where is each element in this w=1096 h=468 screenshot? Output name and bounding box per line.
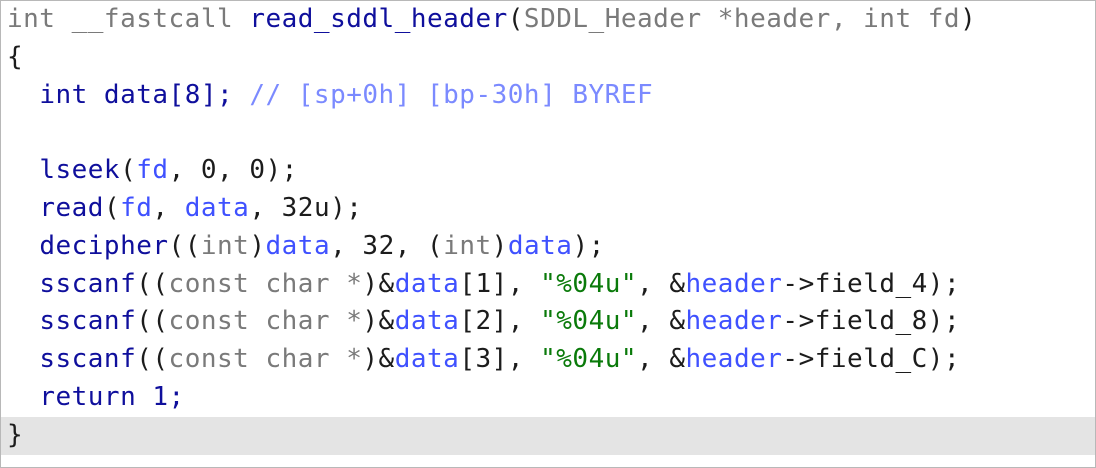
code-line-decl-data[interactable]: int data[8]; // [sp+0h] [bp-30h] BYREF	[1, 77, 1095, 115]
token-str[interactable]: "%04u"	[540, 306, 637, 336]
token-var[interactable]: fd	[136, 155, 168, 185]
token-var[interactable]: data	[395, 269, 460, 299]
token-fn[interactable]: sscanf	[39, 269, 136, 299]
token-punct[interactable]: [2],	[459, 306, 540, 336]
token-punct[interactable]: }	[7, 420, 23, 450]
token-var[interactable]: header	[686, 306, 783, 336]
code-line-sscanf-3[interactable]: sscanf((const char *)&data[3], "%04u", &…	[1, 341, 1095, 379]
token-fn[interactable]: read	[39, 193, 104, 223]
token-punct[interactable]: ((	[136, 344, 168, 374]
token-comment[interactable]: // [sp+0h] [bp-30h] BYREF	[249, 80, 653, 110]
token-punct[interactable]: )	[960, 4, 976, 34]
token-fn[interactable]: decipher	[39, 231, 168, 261]
token-punct[interactable]: )&	[362, 306, 394, 336]
token-type[interactable]: SDDL_Header *header, int fd	[524, 4, 960, 34]
token-type[interactable]: int	[201, 231, 249, 261]
token-fn[interactable]: sscanf	[39, 344, 136, 374]
token-type[interactable]: int	[443, 231, 491, 261]
token-type[interactable]: const char *	[169, 306, 363, 336]
token-punct[interactable]: [1],	[459, 269, 540, 299]
token-punct[interactable]: {	[7, 42, 23, 72]
token-var[interactable]: fd	[120, 193, 152, 223]
token-fn[interactable]: return 1;	[39, 382, 184, 412]
token-punct[interactable]: (	[104, 193, 120, 223]
token-punct[interactable]: ->field_4);	[782, 269, 960, 299]
token-punct[interactable]: );	[572, 231, 604, 261]
token-punct[interactable]: , 32, (	[330, 231, 443, 261]
code-line-lseek[interactable]: lseek(fd, 0, 0);	[1, 152, 1095, 190]
token-fn[interactable]: lseek	[39, 155, 120, 185]
token-var[interactable]: data	[265, 231, 330, 261]
token-punct[interactable]: , 32u);	[249, 193, 362, 223]
token-fn[interactable]: int data[8];	[39, 80, 249, 110]
token-var[interactable]: data	[395, 344, 460, 374]
token-punct[interactable]: ->field_C);	[782, 344, 960, 374]
pseudocode-view[interactable]: int __fastcall read_sddl_header(SDDL_Hea…	[0, 0, 1096, 468]
code-line-close-brace[interactable]: }	[1, 416, 1095, 455]
token-var[interactable]: header	[686, 269, 783, 299]
token-punct[interactable]: )	[249, 231, 265, 261]
token-type[interactable]: int __fastcall	[7, 4, 249, 34]
token-punct[interactable]: (	[120, 155, 136, 185]
token-var[interactable]: data	[395, 306, 460, 336]
token-punct[interactable]: ((	[136, 306, 168, 336]
code-listing[interactable]: int __fastcall read_sddl_header(SDDL_Hea…	[1, 1, 1095, 455]
token-func[interactable]: read_sddl_header	[249, 4, 507, 34]
token-punct[interactable]: , &	[637, 269, 685, 299]
token-punct[interactable]: ((	[136, 269, 168, 299]
token-punct[interactable]: ((	[169, 231, 201, 261]
token-str[interactable]: "%04u"	[540, 344, 637, 374]
code-line-open-brace[interactable]: {	[1, 39, 1095, 77]
code-line-signature[interactable]: int __fastcall read_sddl_header(SDDL_Hea…	[1, 1, 1095, 39]
code-line-sscanf-2[interactable]: sscanf((const char *)&data[2], "%04u", &…	[1, 303, 1095, 341]
code-line-sscanf-1[interactable]: sscanf((const char *)&data[1], "%04u", &…	[1, 266, 1095, 304]
token-punct[interactable]: ,	[152, 193, 184, 223]
token-punct[interactable]: , 0, 0);	[169, 155, 298, 185]
code-line-blank[interactable]	[1, 114, 1095, 152]
token-type[interactable]: const char *	[169, 269, 363, 299]
token-punct[interactable]: )&	[362, 344, 394, 374]
token-str[interactable]: "%04u"	[540, 269, 637, 299]
token-var[interactable]: data	[185, 193, 250, 223]
token-punct[interactable]: )&	[362, 269, 394, 299]
code-line-decipher[interactable]: decipher((int)data, 32, (int)data);	[1, 228, 1095, 266]
token-punct[interactable]: , &	[637, 306, 685, 336]
token-var[interactable]: data	[508, 231, 573, 261]
token-var[interactable]: header	[686, 344, 783, 374]
code-line-read[interactable]: read(fd, data, 32u);	[1, 190, 1095, 228]
token-punct[interactable]: [3],	[459, 344, 540, 374]
token-punct[interactable]: ->field_8);	[782, 306, 960, 336]
token-punct[interactable]: , &	[637, 344, 685, 374]
token-punct[interactable]: (	[508, 4, 524, 34]
token-punct[interactable]: )	[492, 231, 508, 261]
token-fn[interactable]: sscanf	[39, 306, 136, 336]
token-type[interactable]: const char *	[169, 344, 363, 374]
code-line-return[interactable]: return 1;	[1, 379, 1095, 417]
